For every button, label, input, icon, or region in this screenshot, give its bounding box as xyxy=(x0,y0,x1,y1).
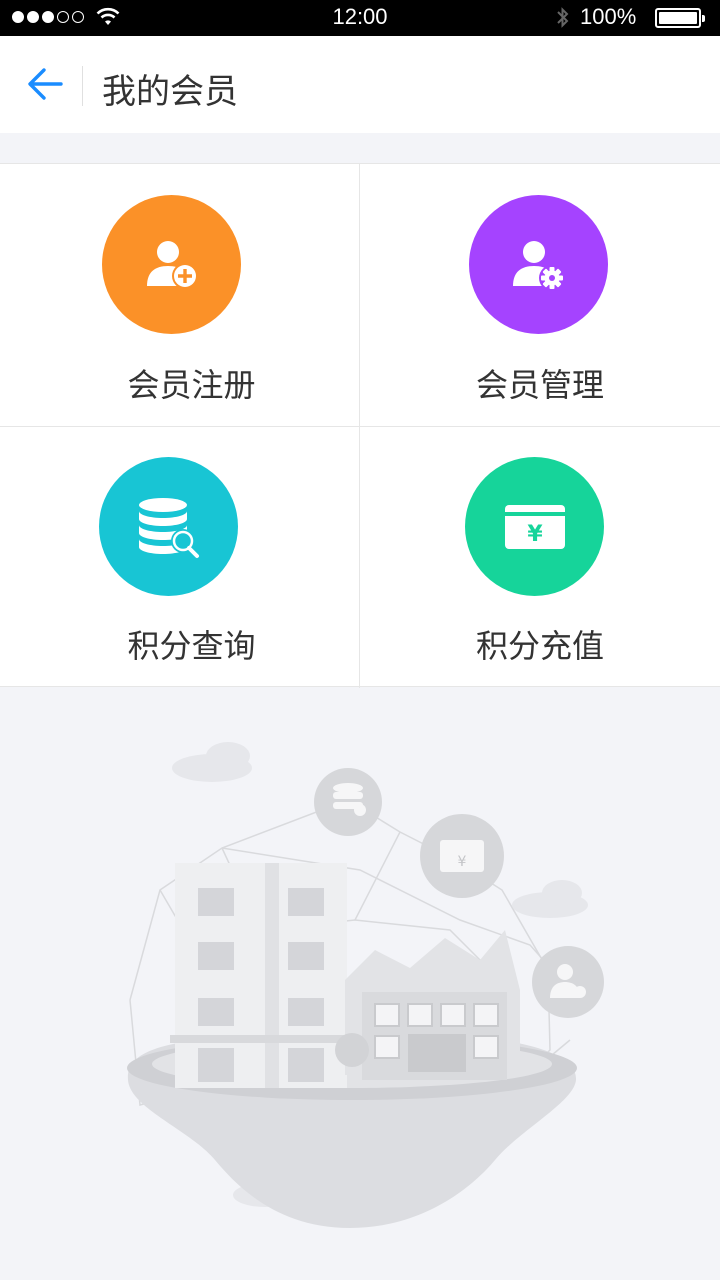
points-recharge-button[interactable]: ¥ 积分充值 xyxy=(360,426,720,688)
battery-percentage: 100% xyxy=(580,4,637,29)
navigation-bar: 我的会员 xyxy=(0,36,720,133)
user-settings-icon xyxy=(469,195,608,334)
svg-text:¥: ¥ xyxy=(527,522,543,547)
card-yuan-icon: ¥ xyxy=(465,457,604,596)
nav-divider xyxy=(82,66,83,106)
battery-icon xyxy=(655,8,705,28)
member-manage-label: 会员管理 xyxy=(475,366,604,404)
member-register-label: 会员注册 xyxy=(127,366,256,404)
database-search-icon xyxy=(99,457,238,596)
page-title: 我的会员 xyxy=(102,72,238,112)
member-manage-button[interactable]: 会员管理 xyxy=(360,164,720,426)
user-add-icon xyxy=(102,195,241,334)
floating-island-buildings-illustration: ¥ xyxy=(127,742,604,1228)
bluetooth-icon xyxy=(557,7,569,28)
points-recharge-label: 积分充值 xyxy=(475,627,604,665)
arrow-left-icon[interactable] xyxy=(24,64,68,104)
svg-text:¥: ¥ xyxy=(458,854,467,870)
member-menu-grid: 会员注册 会员管理 积分查询 ¥ 积分充值 xyxy=(0,163,720,688)
member-register-button[interactable]: 会员注册 xyxy=(0,164,360,426)
status-bar: 12:00 100% xyxy=(0,0,720,36)
points-query-label: 积分查询 xyxy=(127,627,256,665)
points-query-button[interactable]: 积分查询 xyxy=(0,426,360,688)
